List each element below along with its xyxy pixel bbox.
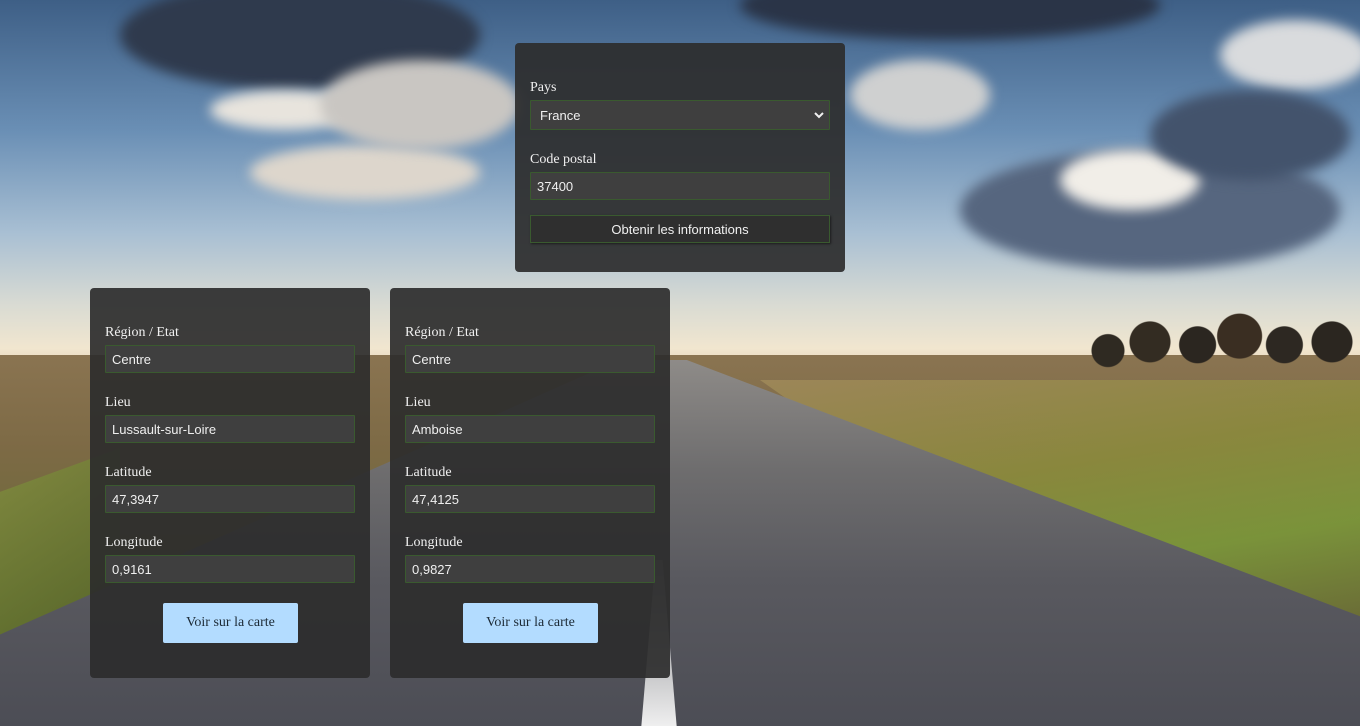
result-card: Région / Etat Centre Lieu Lussault-sur-L… (90, 288, 370, 678)
cloud (740, 0, 1160, 40)
search-panel: Pays France Code postal 37400 Obtenir le… (515, 43, 845, 272)
result-card: Région / Etat Centre Lieu Amboise Latitu… (390, 288, 670, 678)
place-field[interactable]: Lussault-sur-Loire (105, 415, 355, 443)
cloud (1220, 20, 1360, 90)
place-label: Lieu (105, 395, 131, 410)
region-value: Centre (112, 351, 152, 367)
longitude-field[interactable]: 0,9161 (105, 555, 355, 583)
treeline (1080, 310, 1360, 368)
region-label: Région / Etat (105, 325, 179, 340)
cloud (850, 60, 990, 130)
latitude-field[interactable]: 47,3947 (105, 485, 355, 513)
latitude-label: Latitude (405, 465, 452, 480)
place-field[interactable]: Amboise (405, 415, 655, 443)
latitude-field[interactable]: 47,4125 (405, 485, 655, 513)
chevron-down-icon (813, 109, 825, 121)
latitude-value: 47,3947 (112, 491, 159, 507)
region-field[interactable]: Centre (405, 345, 655, 373)
region-field[interactable]: Centre (105, 345, 355, 373)
longitude-field[interactable]: 0,9827 (405, 555, 655, 583)
country-select-value: France (540, 107, 581, 123)
longitude-value: 0,9827 (412, 561, 452, 577)
longitude-value: 0,9161 (112, 561, 152, 577)
place-value: Lussault-sur-Loire (112, 421, 217, 437)
postal-code-value: 37400 (537, 178, 574, 194)
cloud (250, 145, 480, 200)
view-on-map-button[interactable]: Voir sur la carte (163, 603, 298, 643)
country-select[interactable]: France (530, 100, 830, 130)
region-value: Centre (412, 351, 452, 367)
region-label: Région / Etat (405, 325, 479, 340)
cloud (1150, 90, 1350, 180)
latitude-value: 47,4125 (412, 491, 459, 507)
place-value: Amboise (412, 421, 463, 437)
longitude-label: Longitude (105, 535, 163, 550)
postal-code-input[interactable]: 37400 (530, 172, 830, 200)
postal-code-label: Code postal (530, 152, 597, 167)
country-label: Pays (530, 80, 557, 95)
get-info-button[interactable]: Obtenir les informations (530, 215, 830, 243)
latitude-label: Latitude (105, 465, 152, 480)
cloud (320, 60, 520, 150)
longitude-label: Longitude (405, 535, 463, 550)
place-label: Lieu (405, 395, 431, 410)
view-on-map-button[interactable]: Voir sur la carte (463, 603, 598, 643)
